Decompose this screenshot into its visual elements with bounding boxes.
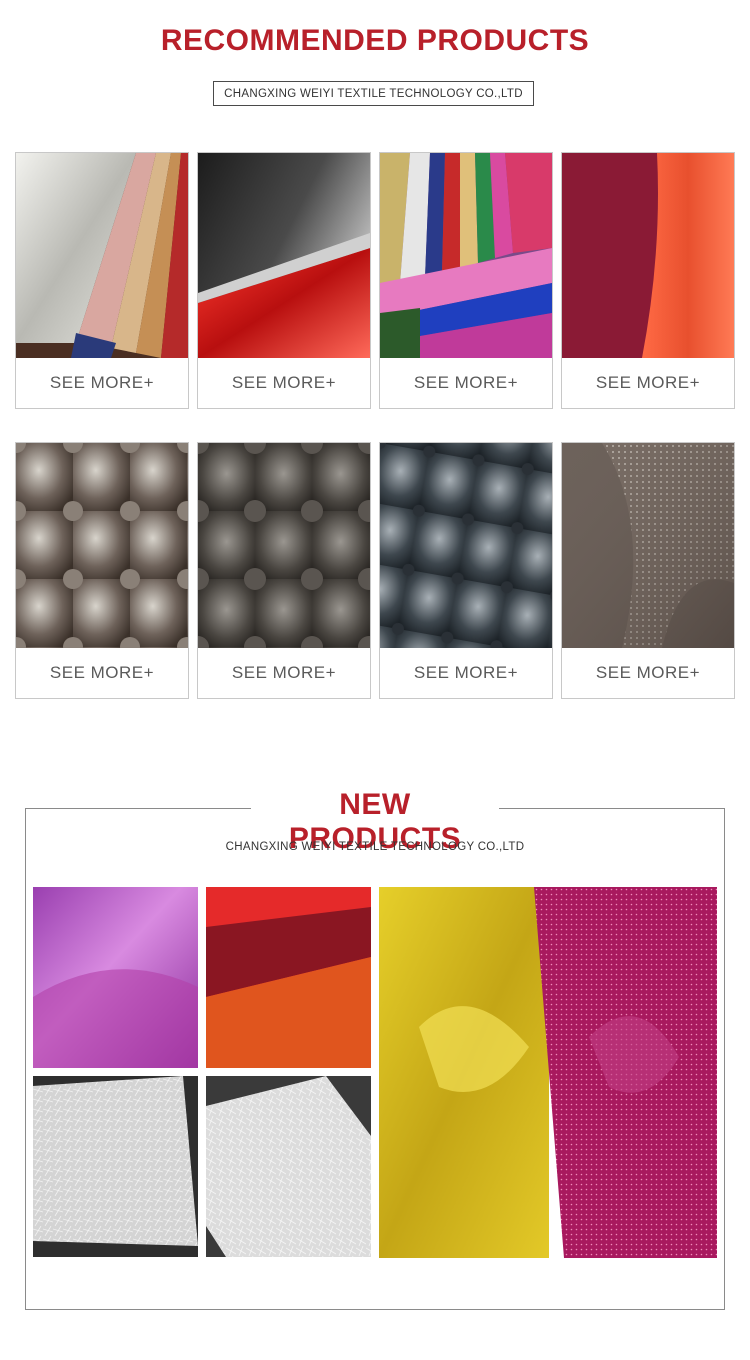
new-product-image-white-nonwoven-roll[interactable] (33, 1076, 198, 1257)
new-product-image-white-nonwoven-sheet[interactable] (206, 1076, 371, 1257)
new-product-image-yellow-magenta-fabric[interactable] (379, 887, 717, 1258)
product-card[interactable]: SEE MORE+ (379, 152, 553, 409)
product-card[interactable]: SEE MORE+ (561, 442, 735, 699)
product-image-embossed-dark-quilted[interactable] (198, 443, 370, 648)
see-more-button[interactable]: SEE MORE+ (380, 648, 552, 698)
see-more-button[interactable]: SEE MORE+ (198, 358, 370, 408)
product-card[interactable]: SEE MORE+ (197, 152, 371, 409)
company-name-box: CHANGXING WEIYI TEXTILE TECHNOLOGY CO.,L… (213, 81, 534, 106)
product-image-embossed-bronze-foil[interactable] (16, 443, 188, 648)
product-card[interactable]: SEE MORE+ (379, 442, 553, 699)
product-image-blue-grey-quilted[interactable] (380, 443, 552, 648)
product-image-grey-dotted-fabric[interactable] (562, 443, 734, 648)
recommended-products-title: RECOMMENDED PRODUCTS (160, 24, 590, 57)
new-product-image-red-orange-fabric[interactable] (206, 887, 371, 1068)
new-products-company-name: CHANGXING WEIYI TEXTILE TECHNOLOGY CO.,L… (225, 841, 525, 853)
see-more-button[interactable]: SEE MORE+ (380, 358, 552, 408)
product-image-metallic-foil-fabrics[interactable] (16, 153, 188, 358)
product-image-red-silver-foil[interactable] (198, 153, 370, 358)
see-more-button[interactable]: SEE MORE+ (562, 358, 734, 408)
see-more-button[interactable]: SEE MORE+ (16, 648, 188, 698)
product-image-colored-foil-swatches[interactable] (380, 153, 552, 358)
product-card[interactable]: SEE MORE+ (15, 442, 189, 699)
product-card[interactable]: SEE MORE+ (561, 152, 735, 409)
product-image-burgundy-orange-fabric[interactable] (562, 153, 734, 358)
new-product-image-purple-foil[interactable] (33, 887, 198, 1068)
see-more-button[interactable]: SEE MORE+ (198, 648, 370, 698)
product-card[interactable]: SEE MORE+ (15, 152, 189, 409)
product-card[interactable]: SEE MORE+ (197, 442, 371, 699)
see-more-button[interactable]: SEE MORE+ (562, 648, 734, 698)
see-more-button[interactable]: SEE MORE+ (16, 358, 188, 408)
company-name: CHANGXING WEIYI TEXTILE TECHNOLOGY CO.,L… (224, 87, 523, 100)
